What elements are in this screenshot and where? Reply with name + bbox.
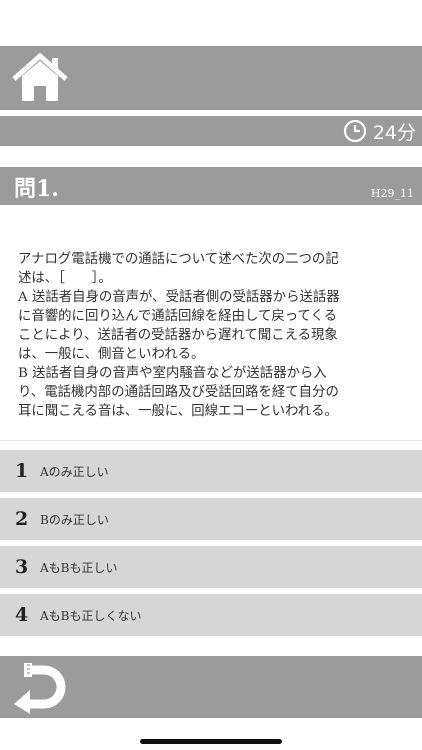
timer-bar: 24分 [0,116,422,146]
question-text: アナログ電話機での通話について述べた次の二つの記 述は、［ ］。 A 送話者自身… [18,252,340,419]
choice-number: 1 [15,460,29,482]
choice-number: 4 [15,604,29,626]
choice-3[interactable]: 3 AもBも正しい [0,546,422,589]
choice-label: AもBも正しい [40,561,118,575]
question-divider [0,440,422,441]
question-title: 問1. [14,176,59,202]
timer-text: 24分 [372,121,416,144]
home-bar [0,46,422,110]
choice-1[interactable]: 1 Aのみ正しい [0,450,422,493]
back-arrow-icon [14,663,66,714]
choice-4[interactable]: 4 AもBも正しくない [0,594,422,637]
choice-label: AもBも正しくない [40,609,142,623]
choice-label: Aのみ正しい [40,465,109,479]
timer: 24分 [343,118,416,144]
home-icon [12,52,68,101]
question-header: 問1. H29_11 [0,167,422,205]
bottom-bar [0,656,422,718]
choice-2[interactable]: 2 Bのみ正しい [0,498,422,541]
home-button[interactable] [10,52,70,104]
choice-number: 2 [15,508,29,530]
home-indicator[interactable] [140,739,282,744]
clock-icon [343,119,366,143]
choice-number: 3 [15,556,29,578]
question-code: H29_11 [370,187,414,200]
choice-label: Bのみ正しい [40,513,109,527]
back-button[interactable] [10,660,74,714]
